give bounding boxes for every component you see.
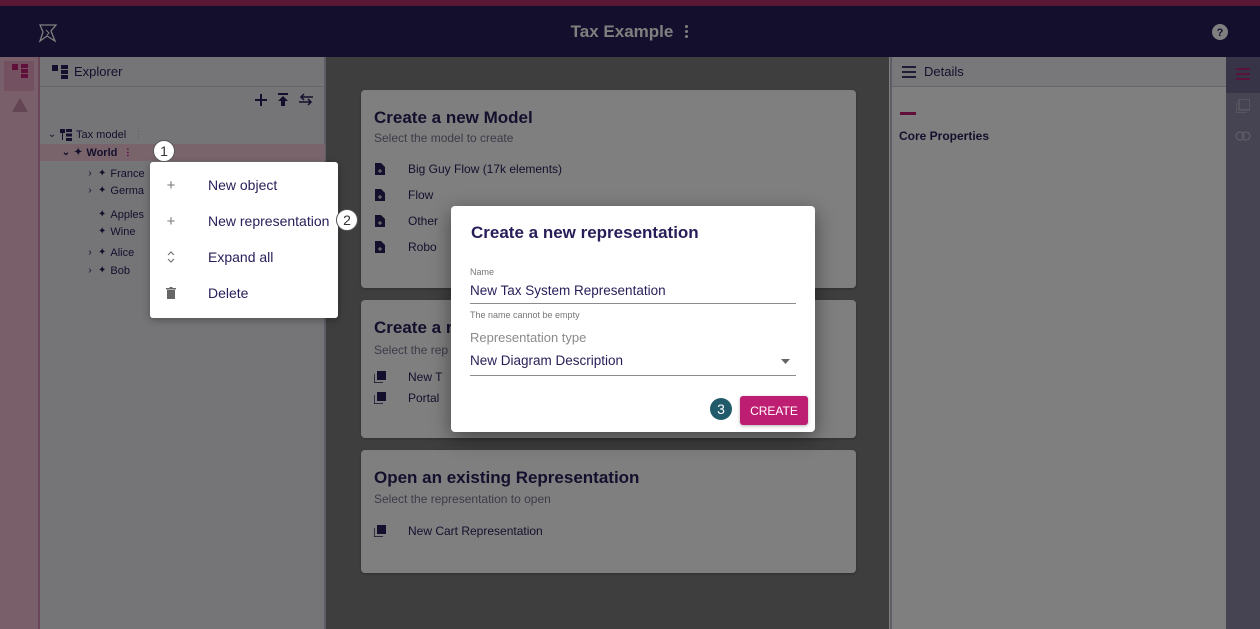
trash-icon <box>150 287 192 299</box>
name-input[interactable]: New Tax System Representation <box>470 283 666 298</box>
name-input-underline <box>470 303 796 304</box>
plus-icon: + <box>166 212 176 230</box>
dialog-title: Create a new representation <box>471 223 699 242</box>
representation-type-select[interactable]: New Diagram Description <box>470 353 623 368</box>
tree-context-menu: + New object + New representation Expand… <box>150 162 338 318</box>
step-badge: 1 <box>153 140 175 162</box>
step-badge: 2 <box>336 209 358 231</box>
menu-item-new-object[interactable]: + New object <box>150 167 338 203</box>
create-button[interactable]: CREATE <box>740 396 808 425</box>
menu-item-delete[interactable]: Delete <box>150 275 338 311</box>
step-badge: 3 <box>710 398 732 420</box>
type-select-underline <box>470 375 796 376</box>
menu-item-new-representation[interactable]: + New representation <box>150 203 338 239</box>
create-representation-dialog: Create a new representation Name New Tax… <box>451 206 815 432</box>
type-field-label: Representation type <box>470 330 587 345</box>
dropdown-arrow-icon[interactable] <box>781 359 790 364</box>
name-helper-text: The name cannot be empty <box>470 310 580 320</box>
unfold-icon <box>150 251 192 263</box>
menu-item-expand-all[interactable]: Expand all <box>150 239 338 275</box>
name-field-label: Name <box>470 267 495 277</box>
plus-icon: + <box>166 176 176 194</box>
